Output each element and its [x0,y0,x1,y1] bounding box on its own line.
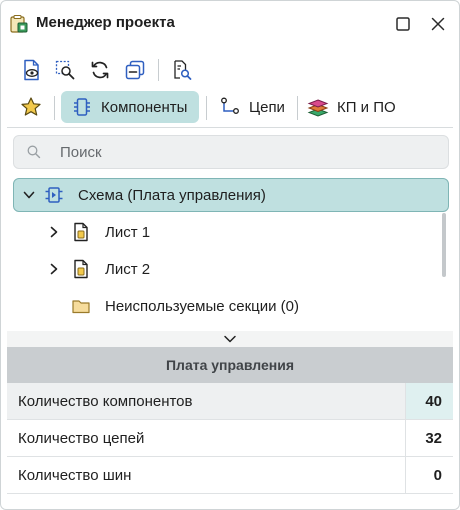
tree-item-label: Схема (Плата управления) [78,187,266,204]
chevron-right-icon[interactable] [47,262,61,276]
tree-item-label: Неиспользуемые секции (0) [105,298,299,315]
property-value: 40 [405,383,453,419]
tab-nets[interactable]: Цепи [215,91,295,123]
property-label: Количество компонентов [18,393,193,410]
collapse-all-icon [125,60,145,80]
net-icon [221,97,239,114]
search-icon [27,145,41,159]
tree-item-label: Лист 1 [105,224,151,241]
tree-item-unused-sections[interactable]: Неиспользуемые секции (0) [13,289,449,323]
star-icon [21,97,41,116]
properties-header: Плата управления [7,347,453,383]
tab-pads-and-vias[interactable]: КП и ПО [305,91,405,123]
tab-components[interactable]: Компоненты [61,91,199,123]
tabs-separator [297,96,298,120]
property-label: Количество шин [18,467,132,484]
property-value: 32 [405,420,453,456]
tree-item-label: Лист 2 [105,261,151,278]
chevron-down-icon[interactable] [22,188,36,202]
maximize-icon[interactable] [393,14,413,34]
zoom-area-icon [55,60,75,80]
component-icon [74,98,90,116]
tab-nets-label: Цепи [249,98,285,116]
search-box[interactable] [13,135,449,169]
property-value: 0 [405,457,453,493]
find-in-document-icon [174,60,192,80]
tab-components-label: Компоненты [101,98,188,116]
toolbar-separator [158,59,159,81]
project-manager-icon [10,14,28,33]
zoom-area-button[interactable] [52,57,78,83]
chevron-right-icon[interactable] [47,225,61,239]
search-input[interactable] [58,137,438,167]
project-manager-panel: Менеджер проекта Компоненты Цепи КП и ПО… [0,0,460,510]
view-document-icon [24,59,39,81]
tree-item-sheet-2[interactable]: Лист 2 [13,252,449,286]
toolbar-divider [7,127,453,128]
collapse-all-button[interactable] [122,57,148,83]
window-title: Менеджер проекта [36,14,175,31]
title-bar: Менеджер проекта [1,1,459,47]
find-in-document-button[interactable] [169,57,195,83]
refresh-button[interactable] [87,57,113,83]
folder-icon [72,300,90,314]
schematic-icon [45,187,63,203]
tabs-separator [206,96,207,120]
properties-splitter[interactable] [7,331,453,347]
chevron-down-icon[interactable] [223,333,237,345]
tree-item-sheet-1[interactable]: Лист 1 [13,215,449,249]
tree-scrollbar[interactable] [442,213,446,277]
property-label: Количество цепей [18,430,145,447]
view-document-button[interactable] [19,57,45,83]
tree-item-schematic[interactable]: Схема (Плата управления) [13,178,449,212]
tab-pads-and-vias-label: КП и ПО [337,98,396,116]
property-row-components[interactable]: Количество компонентов 40 [7,383,453,420]
close-icon[interactable] [428,14,448,34]
sheet-icon [74,222,88,242]
property-row-buses[interactable]: Количество шин 0 [7,457,453,494]
refresh-icon [91,61,109,79]
tabs-separator [54,96,55,120]
layers-icon [307,99,329,117]
property-row-nets[interactable]: Количество цепей 32 [7,420,453,457]
sheet-icon [74,259,88,279]
favorites-button[interactable] [18,94,44,120]
